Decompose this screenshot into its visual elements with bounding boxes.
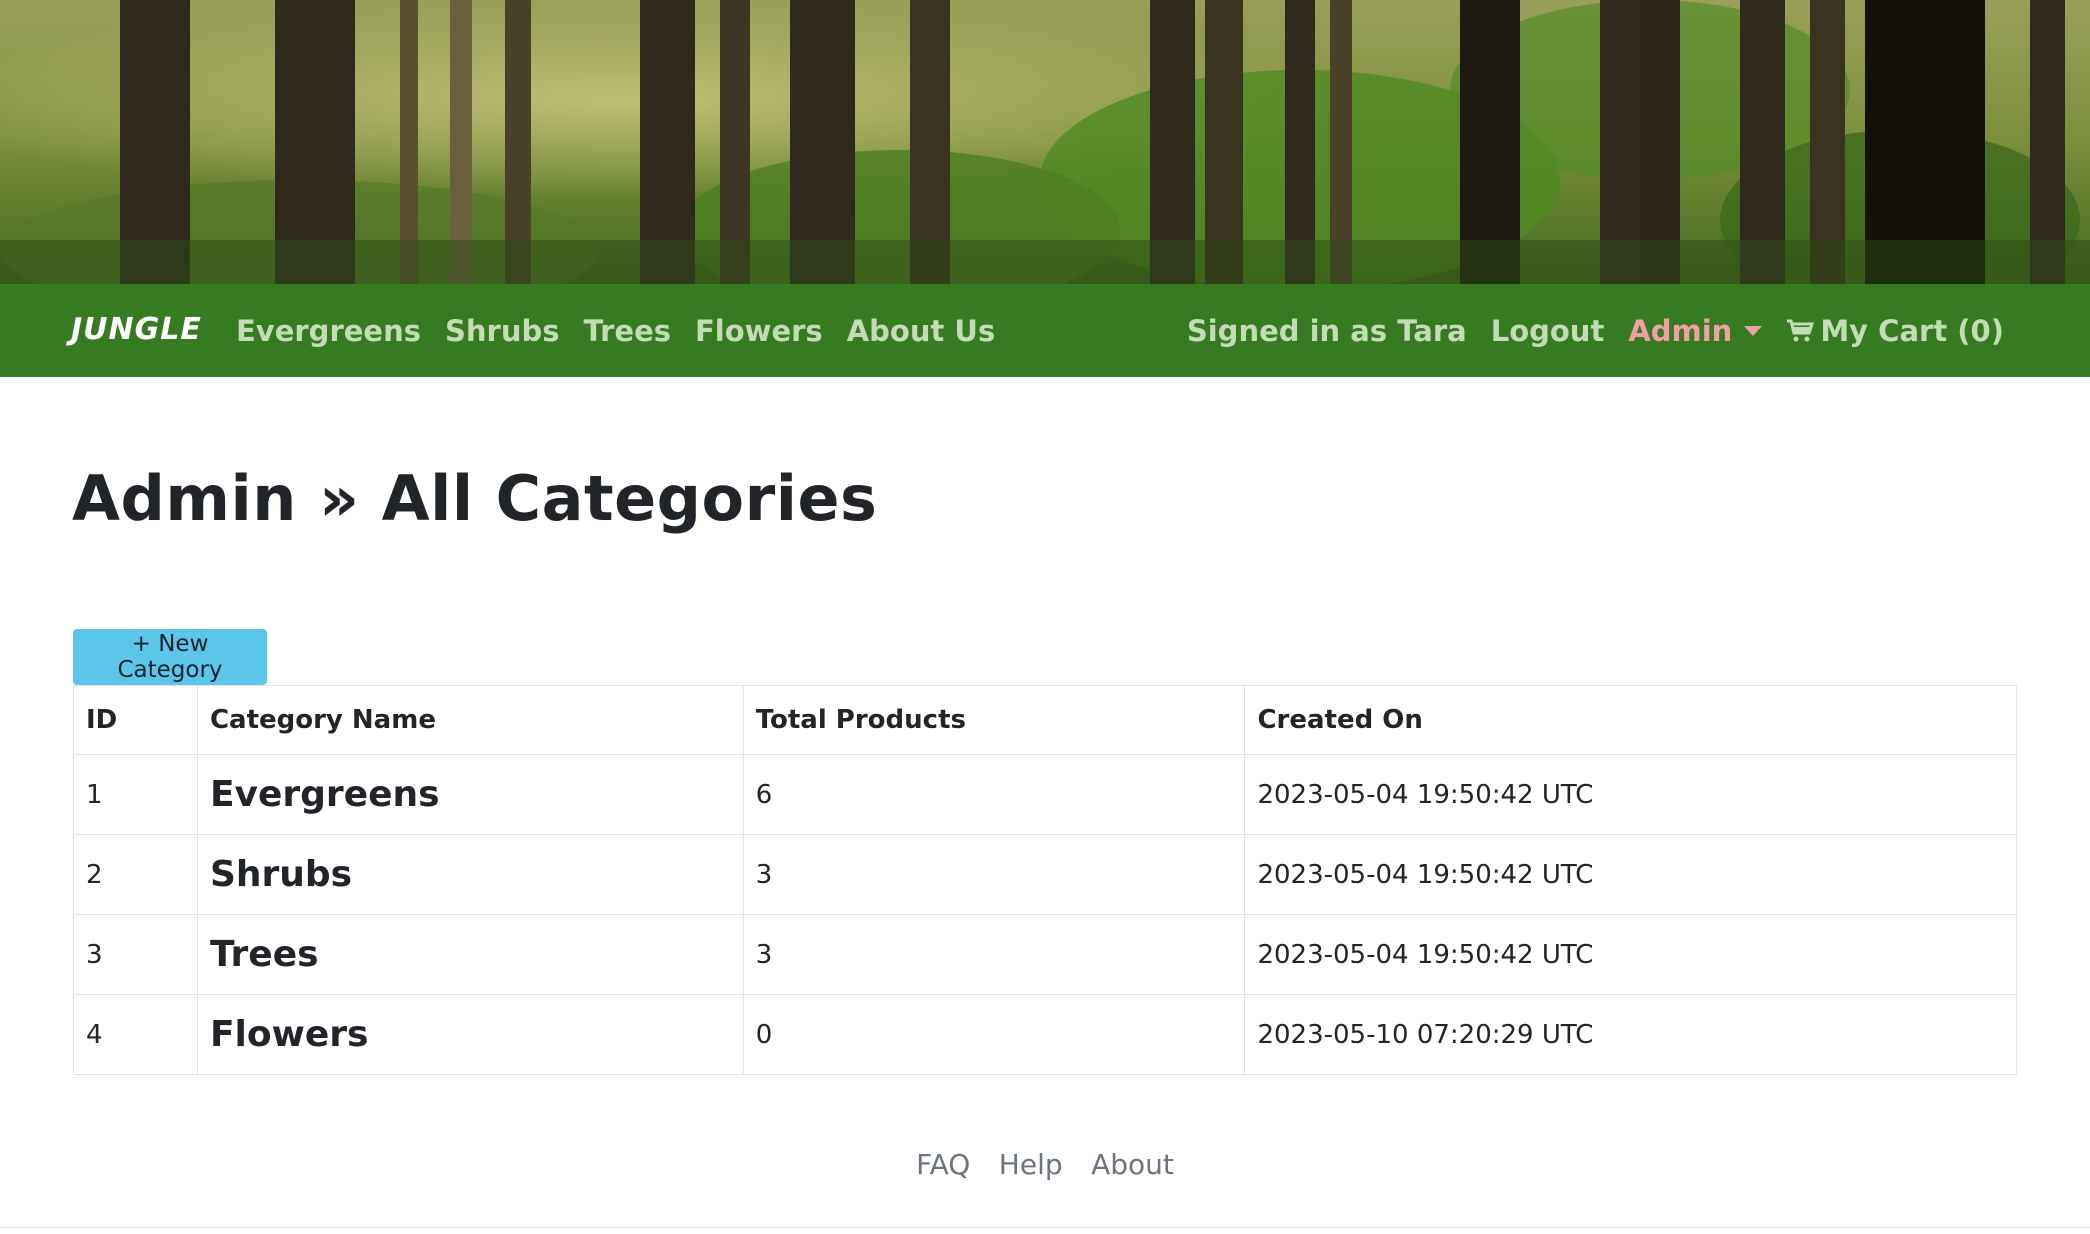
column-header-created-on: Created On — [1244, 685, 2017, 755]
top-navbar: JUNGLE Evergreens Shrubs Trees Flowers A… — [0, 284, 2090, 377]
category-nav: Evergreens Shrubs Trees Flowers About Us — [236, 314, 1019, 348]
cart-link[interactable]: My Cart (0) — [1786, 314, 2004, 348]
table-header-row: ID Category Name Total Products Created … — [73, 685, 2017, 755]
nav-link-shrubs[interactable]: Shrubs — [445, 314, 560, 348]
brand-logo[interactable]: JUNGLE — [71, 312, 202, 347]
nav-link-flowers[interactable]: Flowers — [695, 314, 823, 348]
chevron-down-icon — [1744, 326, 1763, 336]
user-nav: Signed in as Tara Logout Admin My Cart (… — [1163, 314, 2004, 348]
forest-image — [0, 0, 2090, 284]
cell-created-on: 2023-05-04 19:50:42 UTC — [1244, 754, 2017, 835]
nav-link-evergreens[interactable]: Evergreens — [236, 314, 421, 348]
categories-table: ID Category Name Total Products Created … — [73, 685, 2017, 1075]
table-row: 4 Flowers 0 2023-05-10 07:20:29 UTC — [73, 994, 2017, 1075]
nav-link-trees[interactable]: Trees — [584, 314, 672, 348]
nav-link-about-us[interactable]: About Us — [847, 314, 996, 348]
footer-link-help[interactable]: Help — [999, 1148, 1063, 1181]
column-header-category-name: Category Name — [196, 685, 744, 755]
cell-created-on: 2023-05-04 19:50:42 UTC — [1244, 914, 2017, 995]
hero-banner-image — [0, 0, 2090, 284]
admin-dropdown[interactable]: Admin — [1628, 314, 1763, 348]
cart-icon — [1787, 319, 1815, 342]
cell-category-name: Shrubs — [196, 834, 744, 915]
cell-total-products: 3 — [742, 834, 1246, 915]
page-title: Admin » All Categories — [72, 462, 878, 535]
cell-created-on: 2023-05-04 19:50:42 UTC — [1244, 834, 2017, 915]
signed-in-text: Signed in as Tara — [1186, 314, 1467, 348]
cart-label: My Cart (0) — [1820, 314, 2004, 348]
table-row: 2 Shrubs 3 2023-05-04 19:50:42 UTC — [73, 834, 2017, 915]
cell-id: 4 — [73, 994, 198, 1075]
footer-divider — [0, 1227, 2090, 1228]
cell-total-products: 0 — [742, 994, 1246, 1075]
cell-id: 2 — [73, 834, 198, 915]
cell-id: 3 — [73, 914, 198, 995]
table-row: 1 Evergreens 6 2023-05-04 19:50:42 UTC — [73, 754, 2017, 835]
cell-total-products: 3 — [742, 914, 1246, 995]
admin-label: Admin — [1628, 314, 1733, 348]
footer: FAQ Help About — [0, 1148, 2090, 1181]
footer-link-faq[interactable]: FAQ — [916, 1148, 970, 1181]
table-row: 3 Trees 3 2023-05-04 19:50:42 UTC — [73, 914, 2017, 995]
cell-category-name: Trees — [196, 914, 744, 995]
cell-category-name: Flowers — [196, 994, 744, 1075]
cell-category-name: Evergreens — [196, 754, 744, 835]
cell-id: 1 — [73, 754, 198, 835]
cell-total-products: 6 — [742, 754, 1246, 835]
column-header-total-products: Total Products — [742, 685, 1246, 755]
footer-link-about[interactable]: About — [1091, 1148, 1174, 1181]
column-header-id: ID — [73, 685, 198, 755]
cell-created-on: 2023-05-10 07:20:29 UTC — [1244, 994, 2017, 1075]
new-category-button[interactable]: + New Category — [73, 629, 267, 685]
logout-link[interactable]: Logout — [1491, 314, 1605, 348]
